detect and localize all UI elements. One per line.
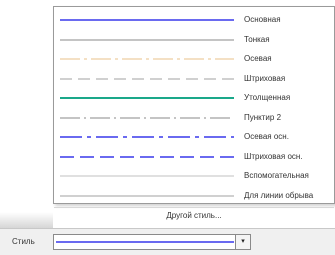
line-style-preview [60,78,234,79]
line-style-preview [60,155,234,158]
line-style-item[interactable]: Штриховая осн. [54,148,334,166]
line-style-preview [60,117,234,118]
line-style-label: Для линии обрыва [244,190,314,200]
selected-line-preview [56,241,234,243]
line-style-preview [60,136,234,138]
line-style-preview [60,97,234,99]
line-style-item[interactable]: Осевая осн. [54,128,334,146]
line-style-item[interactable]: Тонкая [54,31,334,49]
line-style-preview [60,58,234,60]
line-style-label: Тонкая [244,34,270,44]
line-style-item[interactable]: Вспомогательная [54,167,334,185]
line-style-label: Основная [244,15,281,24]
line-style-label: Вспомогательная [244,171,309,180]
line-style-item[interactable]: Для линии обрыва [54,187,334,205]
line-style-label: Штриховая осн. [244,151,303,161]
line-style-item[interactable]: Штриховая [54,70,334,88]
line-style-preview [60,195,234,196]
line-style-dropdown: Основная Тонкая Осевая Штриховая Утолщенная П… [53,6,335,220]
line-style-item[interactable]: Утолщенная [54,89,334,107]
line-style-label: Пунктир 2 [244,112,282,122]
line-style-item[interactable]: Осевая [54,50,334,68]
chevron-down-icon[interactable]: ▾ [235,235,250,249]
line-style-preview [60,175,234,177]
line-style-label: Осевая [244,54,272,63]
line-style-label: Штриховая [244,73,286,83]
line-style-item[interactable]: Основная [54,11,334,29]
other-style-item[interactable]: Другой стиль... [54,207,334,225]
style-label: Стиль [12,237,35,246]
line-style-preview [60,39,234,40]
line-style-item[interactable]: Пунктир 2 [54,109,334,127]
style-toolbar: Стиль ▾ [0,228,335,255]
line-style-preview [60,19,234,21]
panel-divider [0,212,53,228]
line-style-label: Осевая осн. [244,132,289,141]
line-style-label: Утолщенная [244,93,291,102]
style-combobox[interactable]: ▾ [53,234,251,250]
